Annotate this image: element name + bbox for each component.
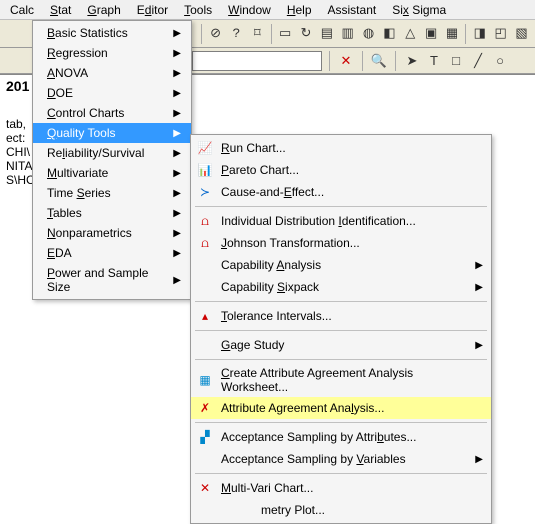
menu-quality-tools[interactable]: Quality Tools▶ [33, 123, 191, 143]
menu-multi-vari-chart[interactable]: ✕Multi-Vari Chart... [191, 477, 491, 499]
menu-help[interactable]: Help [279, 1, 320, 19]
help-icon[interactable]: ? [227, 24, 246, 44]
transform-icon: ⩍ [197, 235, 213, 251]
menu-calc[interactable]: Calc [2, 1, 42, 19]
blank-icon [197, 337, 213, 353]
blank-icon [197, 502, 213, 518]
menu-reliability-survival[interactable]: Reliability/Survival▶ [33, 143, 191, 163]
menu-assistant[interactable]: Assistant [320, 1, 385, 19]
tool-icon[interactable]: △ [401, 24, 420, 44]
tool-icon[interactable]: ▤ [317, 24, 336, 44]
menu-anova[interactable]: ANOVA▶ [33, 63, 191, 83]
blank-icon [197, 451, 213, 467]
menu-johnson-transformation[interactable]: ⩍Johnson Transformation... [191, 232, 491, 254]
menu-tables[interactable]: Tables▶ [33, 203, 191, 223]
menu-sixsigma[interactable]: Six Sigma [384, 1, 454, 19]
paste-icon[interactable]: ⌑ [248, 24, 267, 44]
menu-stat[interactable]: Stat [42, 1, 79, 19]
tool-icon[interactable]: ↻ [297, 24, 316, 44]
rect-icon[interactable]: □ [447, 52, 465, 70]
menu-time-series[interactable]: Time Series▶ [33, 183, 191, 203]
stat-menu-dropdown: Basic Statistics▶ Regression▶ ANOVA▶ DOE… [32, 20, 192, 300]
menu-individual-distribution[interactable]: ⩍Individual Distribution Identification.… [191, 210, 491, 232]
menu-basic-statistics[interactable]: Basic Statistics▶ [33, 23, 191, 43]
search-icon[interactable]: 🔍 [370, 52, 388, 70]
menu-doe[interactable]: DOE▶ [33, 83, 191, 103]
tool-icon[interactable]: ◍ [359, 24, 378, 44]
distribution-icon: ⩍ [197, 213, 213, 229]
menu-divider [195, 301, 487, 302]
blank-icon [197, 257, 213, 273]
sampling-icon: ▞ [197, 429, 213, 445]
tolerance-icon: ▴ [197, 308, 213, 324]
menu-regression[interactable]: Regression▶ [33, 43, 191, 63]
menu-acceptance-sampling-variables[interactable]: Acceptance Sampling by Variables▶ [191, 448, 491, 470]
tool-icon[interactable]: ◧ [380, 24, 399, 44]
fishbone-icon: ≻ [197, 184, 213, 200]
menu-eda[interactable]: EDA▶ [33, 243, 191, 263]
tool-icon[interactable]: ▦ [443, 24, 462, 44]
close-icon[interactable]: ✕ [337, 52, 355, 70]
menu-acceptance-sampling-attributes[interactable]: ▞Acceptance Sampling by Attributes... [191, 426, 491, 448]
menu-control-charts[interactable]: Control Charts▶ [33, 103, 191, 123]
circle-icon[interactable]: ○ [491, 52, 509, 70]
menu-divider [195, 330, 487, 331]
blank-icon [197, 279, 213, 295]
menu-gage-study[interactable]: Gage Study▶ [191, 334, 491, 356]
text-icon[interactable]: T [425, 52, 443, 70]
menu-tolerance-intervals[interactable]: ▴Tolerance Intervals... [191, 305, 491, 327]
pareto-icon: 📊 [197, 162, 213, 178]
line-icon[interactable]: ╱ [469, 52, 487, 70]
quality-tools-submenu: 📈Run Chart... 📊Pareto Chart... ≻Cause-an… [190, 134, 492, 524]
menubar: Calc Stat Graph Editor Tools Window Help… [0, 0, 535, 20]
tool-icon[interactable]: ▧ [512, 24, 531, 44]
menu-capability-sixpack[interactable]: Capability Sixpack▶ [191, 276, 491, 298]
menu-pareto-chart[interactable]: 📊Pareto Chart... [191, 159, 491, 181]
menu-multivariate[interactable]: Multivariate▶ [33, 163, 191, 183]
tool-icon[interactable]: ▭ [276, 24, 295, 44]
menu-capability-analysis[interactable]: Capability Analysis▶ [191, 254, 491, 276]
tool-icon[interactable]: ◰ [491, 24, 510, 44]
menu-create-attribute-worksheet[interactable]: ▦Create Attribute Agreement Analysis Wor… [191, 363, 491, 397]
tool-icon[interactable]: ▣ [422, 24, 441, 44]
cancel-icon[interactable]: ⊘ [206, 24, 225, 44]
menu-run-chart[interactable]: 📈Run Chart... [191, 137, 491, 159]
worksheet-icon: ▦ [197, 372, 213, 388]
tool-icon[interactable]: ▥ [338, 24, 357, 44]
multivari-icon: ✕ [197, 480, 213, 496]
menu-divider [195, 359, 487, 360]
menu-divider [195, 422, 487, 423]
menu-nonparametrics[interactable]: Nonparametrics▶ [33, 223, 191, 243]
menu-window[interactable]: Window [220, 1, 279, 19]
menu-attribute-agreement-analysis[interactable]: ✗Attribute Agreement Analysis... [191, 397, 491, 419]
menu-divider [195, 473, 487, 474]
attribute-icon: ✗ [197, 400, 213, 416]
run-chart-icon: 📈 [197, 140, 213, 156]
menu-power-sample-size[interactable]: Power and Sample Size▶ [33, 263, 191, 297]
menu-graph[interactable]: Graph [79, 1, 128, 19]
menu-tools[interactable]: Tools [176, 1, 220, 19]
menu-symmetry-plot[interactable]: metry Plot... [191, 499, 491, 521]
pointer-icon[interactable]: ➤ [403, 52, 421, 70]
menu-editor[interactable]: Editor [129, 1, 176, 19]
tool-icon[interactable]: ◨ [470, 24, 489, 44]
menu-cause-effect[interactable]: ≻Cause-and-Effect... [191, 181, 491, 203]
name-box[interactable] [192, 51, 322, 71]
menu-divider [195, 206, 487, 207]
